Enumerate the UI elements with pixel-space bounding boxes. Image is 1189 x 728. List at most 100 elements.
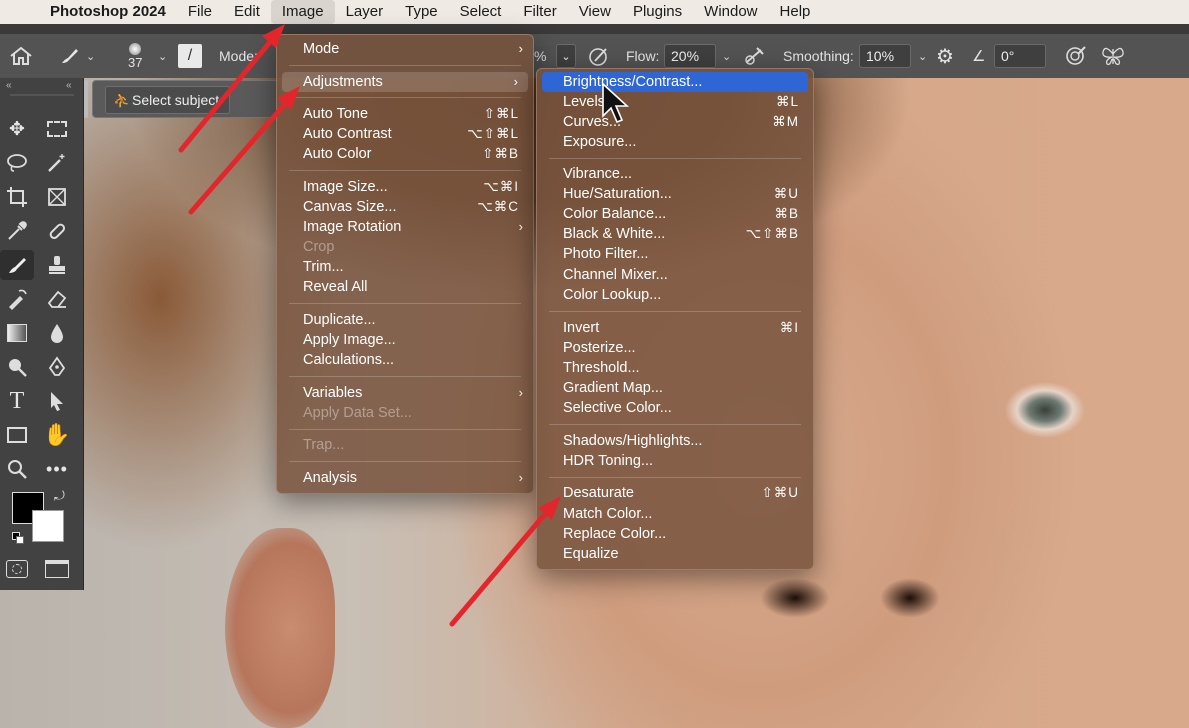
menu-item-auto-tone[interactable]: Auto Tone ⇧⌘L	[277, 104, 533, 124]
opacity-dropdown[interactable]: ⌄	[556, 44, 576, 68]
menu-type[interactable]: Type	[394, 0, 449, 24]
history-brush-icon[interactable]	[0, 284, 34, 314]
flow-input[interactable]: 20%	[664, 44, 716, 68]
menu-item-desaturate[interactable]: Desaturate ⇧⌘U	[537, 483, 813, 503]
menu-filter[interactable]: Filter	[512, 0, 567, 24]
taskbar-grip[interactable]	[84, 80, 88, 118]
lasso-tool-icon[interactable]	[0, 148, 34, 178]
quick-mask-icon[interactable]	[0, 554, 34, 584]
menu-select[interactable]: Select	[449, 0, 513, 24]
label: Image Rotation	[303, 219, 402, 235]
menu-item-exposure[interactable]: Exposure...	[537, 132, 813, 152]
menu-item-image-rotation[interactable]: Image Rotation ›	[277, 217, 533, 237]
menu-item-reveal-all[interactable]: Reveal All	[277, 277, 533, 297]
select-subject-button[interactable]: ⛹ Select subject	[105, 86, 231, 114]
menu-item-selective-color[interactable]: Selective Color...	[537, 398, 813, 418]
healing-brush-icon[interactable]	[40, 216, 74, 246]
menu-item-black-white[interactable]: Black & White... ⌥⇧⌘B	[537, 224, 813, 244]
menu-item-replace-color[interactable]: Replace Color...	[537, 524, 813, 544]
menu-item-analysis[interactable]: Analysis ›	[277, 468, 533, 488]
collapse-panel-icon[interactable]: «	[6, 80, 12, 91]
menu-item-image-size[interactable]: Image Size... ⌥⌘I	[277, 177, 533, 197]
chevron-down-icon[interactable]: ⌄	[86, 50, 95, 63]
menu-window[interactable]: Window	[693, 0, 768, 24]
menu-item-shadows-highlights[interactable]: Shadows/Highlights...	[537, 431, 813, 451]
menu-item-equalize[interactable]: Equalize	[537, 544, 813, 564]
menu-edit[interactable]: Edit	[223, 0, 271, 24]
menu-image[interactable]: Image	[270, 0, 335, 24]
background-color-swatch[interactable]	[32, 510, 64, 542]
brush-tool-icon[interactable]	[0, 250, 34, 280]
eraser-tool-icon[interactable]	[40, 284, 74, 314]
brush-settings-icon[interactable]: /	[178, 34, 202, 78]
menu-item-canvas-size[interactable]: Canvas Size... ⌥⌘C	[277, 197, 533, 217]
dodge-tool-icon[interactable]	[0, 352, 34, 382]
menu-item-posterize[interactable]: Posterize...	[537, 338, 813, 358]
hand-tool-icon[interactable]: ✋	[40, 420, 74, 450]
menu-item-levels[interactable]: Levels... ⌘L	[537, 92, 813, 112]
menu-item-hdr-toning[interactable]: HDR Toning...	[537, 451, 813, 471]
smoothing-input[interactable]: 10%	[859, 44, 911, 68]
blur-tool-icon[interactable]	[40, 318, 74, 348]
brush-tool-preset-icon[interactable]: ⌄	[58, 34, 95, 78]
menu-item-gradient-map[interactable]: Gradient Map...	[537, 378, 813, 398]
move-tool-icon[interactable]: ✥	[0, 114, 34, 144]
chevron-down-icon[interactable]: ⌄	[158, 50, 167, 63]
pressure-size-icon[interactable]	[1064, 34, 1088, 78]
menu-view[interactable]: View	[568, 0, 622, 24]
menu-item-apply-image[interactable]: Apply Image...	[277, 330, 533, 350]
frame-tool-icon[interactable]	[40, 182, 74, 212]
screen-mode-icon[interactable]	[40, 554, 74, 584]
marquee-tool-icon[interactable]	[40, 114, 74, 144]
menu-item-threshold[interactable]: Threshold...	[537, 358, 813, 378]
menu-item-auto-color[interactable]: Auto Color ⇧⌘B	[277, 144, 533, 164]
panel-grip[interactable]	[10, 94, 74, 96]
gear-icon[interactable]: ⚙	[936, 34, 954, 78]
menu-item-mode[interactable]: Mode ›	[277, 39, 533, 59]
crop-tool-icon[interactable]	[0, 182, 34, 212]
menu-item-channel-mixer[interactable]: Channel Mixer...	[537, 265, 813, 285]
menu-layer[interactable]: Layer	[335, 0, 395, 24]
menu-item-adjustments[interactable]: Adjustments ›	[282, 72, 528, 92]
brush-size-picker[interactable]: 37	[128, 34, 142, 78]
brush-angle-input[interactable]: 0°	[994, 44, 1046, 68]
rectangle-tool-icon[interactable]	[0, 420, 34, 450]
menu-item-color-balance[interactable]: Color Balance... ⌘B	[537, 204, 813, 224]
menu-item-invert[interactable]: Invert ⌘I	[537, 318, 813, 338]
menu-item-photo-filter[interactable]: Photo Filter...	[537, 244, 813, 264]
menu-item-vibrance[interactable]: Vibrance...	[537, 164, 813, 184]
path-selection-icon[interactable]	[40, 386, 74, 416]
menu-item-variables[interactable]: Variables ›	[277, 383, 533, 403]
menu-app-name[interactable]: Photoshop 2024	[44, 0, 177, 24]
symmetry-butterfly-icon[interactable]	[1100, 34, 1126, 78]
menu-item-curves[interactable]: Curves... ⌘M	[537, 112, 813, 132]
menu-item-duplicate[interactable]: Duplicate...	[277, 310, 533, 330]
label: Gradient Map...	[563, 380, 663, 396]
default-colors-icon[interactable]	[12, 532, 24, 544]
chevron-down-icon[interactable]: ⌄	[722, 50, 731, 63]
menu-item-color-lookup[interactable]: Color Lookup...	[537, 285, 813, 305]
magic-wand-icon[interactable]	[40, 148, 74, 178]
menu-help[interactable]: Help	[769, 0, 822, 24]
home-icon[interactable]	[8, 34, 34, 78]
menu-item-trim[interactable]: Trim...	[277, 257, 533, 277]
eyedropper-tool-icon[interactable]	[0, 216, 34, 246]
more-tools-icon[interactable]: •••	[40, 454, 74, 484]
menu-item-hue-saturation[interactable]: Hue/Saturation... ⌘U	[537, 184, 813, 204]
menu-item-brightness-contrast[interactable]: Brightness/Contrast...	[542, 72, 808, 92]
menu-plugins[interactable]: Plugins	[622, 0, 693, 24]
menu-item-calculations[interactable]: Calculations...	[277, 350, 533, 370]
expand-panel-icon[interactable]: «	[66, 80, 72, 91]
clone-stamp-icon[interactable]	[40, 250, 74, 280]
label: HDR Toning...	[563, 453, 653, 469]
gradient-tool-icon[interactable]	[0, 318, 34, 348]
pen-tool-icon[interactable]	[40, 352, 74, 382]
menu-file[interactable]: File	[177, 0, 223, 24]
menu-item-auto-contrast[interactable]: Auto Contrast ⌥⇧⌘L	[277, 124, 533, 144]
swap-colors-icon[interactable]: ⤾	[54, 488, 65, 504]
type-tool-icon[interactable]: T	[0, 386, 34, 416]
zoom-tool-icon[interactable]	[0, 454, 34, 484]
chevron-down-icon[interactable]: ⌄	[918, 50, 927, 63]
mac-menu-bar: Photoshop 2024 File Edit Image Layer Typ…	[0, 0, 1189, 24]
menu-item-match-color[interactable]: Match Color...	[537, 504, 813, 524]
